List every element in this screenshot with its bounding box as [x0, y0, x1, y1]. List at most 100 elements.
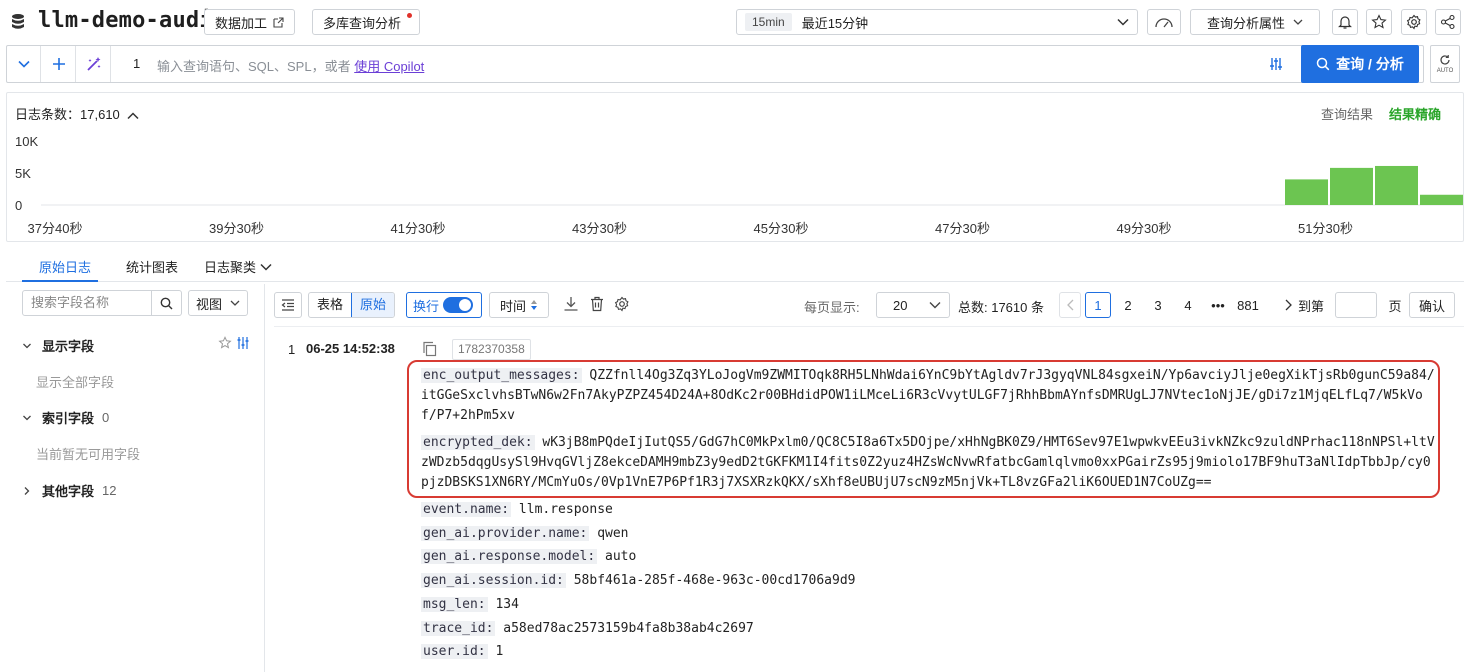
gear-icon[interactable] — [614, 296, 630, 312]
field-actions — [218, 336, 250, 350]
table-view-button[interactable]: 表格 — [309, 293, 351, 317]
log-count[interactable]: 日志条数：17,610 — [15, 104, 139, 123]
field-key[interactable]: gen_ai.session.id: — [421, 573, 566, 588]
tab-stat-charts[interactable]: 统计图表 — [126, 257, 178, 276]
field-value: llm.response — [518, 502, 613, 517]
result-tabs: 原始日志 统计图表 日志聚类 — [6, 248, 1464, 282]
total-count: 总数: 17610 条 — [958, 300, 1044, 315]
histogram-bar[interactable] — [1375, 165, 1418, 205]
alert-button[interactable] — [1332, 9, 1358, 35]
x-tick-label: 47分30秒 — [935, 221, 990, 236]
filter-sliders-icon[interactable] — [1269, 57, 1283, 71]
per-page-label: 每页显示: — [804, 300, 860, 315]
download-icon[interactable] — [563, 296, 579, 312]
field-key[interactable]: gen_ai.response.model: — [421, 549, 598, 564]
top-bar: llm-demo-audit 数据加工 多库查询分析 15min 最近15分钟 … — [0, 0, 1468, 44]
settings-button[interactable] — [1401, 9, 1427, 35]
show-all-fields-link[interactable]: 显示全部字段 — [36, 372, 114, 391]
copy-icon[interactable] — [422, 341, 438, 357]
histogram-bar[interactable] — [1330, 167, 1373, 205]
query-line-number: 1 — [133, 56, 141, 71]
field-msg-len: msg_len: 134 — [421, 595, 1437, 615]
chevron-down-icon — [230, 300, 240, 306]
search-icon — [1316, 57, 1330, 71]
share-icon — [1440, 14, 1455, 30]
wrap-toggle[interactable]: 换行 — [406, 292, 482, 318]
query-submit-button[interactable]: 查询 / 分析 — [1301, 45, 1419, 83]
tab-log-clustering-label: 日志聚类 — [204, 260, 257, 275]
x-tick-label: 43分30秒 — [572, 221, 627, 236]
tab-log-clustering[interactable]: 日志聚类 — [204, 257, 272, 276]
x-tick-label: 45分30秒 — [754, 221, 809, 236]
copilot-magic-button[interactable] — [77, 46, 111, 82]
page-3[interactable]: 3 — [1147, 292, 1169, 318]
view-mode-switch: 表格 原始 — [308, 292, 396, 318]
prev-page-button[interactable] — [1059, 292, 1081, 318]
refresh-icon — [1440, 55, 1450, 65]
query-result-label: 查询结果 — [1320, 107, 1373, 122]
histogram-bar[interactable] — [1420, 194, 1463, 205]
auto-refresh-button[interactable]: AUTO — [1430, 45, 1460, 83]
bell-icon — [1338, 16, 1352, 29]
chevron-right-icon — [1285, 299, 1292, 311]
chevron-down-icon — [1117, 18, 1129, 26]
time-sort-button[interactable]: 时间 — [489, 292, 549, 318]
field-key[interactable]: msg_len: — [421, 597, 488, 612]
query-input[interactable]: 输入查询语句、SQL、SPL，或者 使用 Copilot — [157, 56, 424, 75]
page-2[interactable]: 2 — [1117, 292, 1139, 318]
trash-icon[interactable] — [589, 296, 605, 312]
share-button[interactable] — [1435, 9, 1461, 35]
field-search-button[interactable] — [152, 290, 182, 316]
field-session-id: gen_ai.session.id: 58bf461a-285f-468e-96… — [421, 571, 1437, 591]
query-placeholder: 输入查询语句、SQL、SPL，或者 — [157, 59, 351, 74]
field-key[interactable]: event.name: — [421, 502, 512, 517]
field-key[interactable]: user.id: — [421, 644, 488, 659]
time-chip: 15min — [745, 13, 792, 31]
section-index-fields[interactable]: 索引字段 0 — [22, 408, 109, 427]
refresh-gauge-button[interactable] — [1147, 9, 1181, 35]
per-page-select[interactable]: 20 — [876, 292, 950, 318]
entry-index: 1 — [288, 342, 296, 357]
field-search-input[interactable]: 搜索字段名称 — [22, 290, 152, 316]
wrap-switch[interactable] — [443, 297, 474, 313]
goto-page-input[interactable] — [1335, 292, 1377, 318]
field-key[interactable]: trace_id: — [421, 621, 496, 636]
view-select[interactable]: 视图 — [188, 290, 248, 316]
collapse-toggle[interactable] — [7, 46, 41, 82]
chevron-down-icon — [260, 263, 272, 271]
use-copilot-link[interactable]: 使用 Copilot — [354, 59, 424, 74]
add-query-button[interactable] — [42, 46, 76, 82]
external-link-icon — [273, 16, 284, 28]
data-process-label: 数据加工 — [215, 15, 268, 31]
field-settings-icon[interactable] — [236, 336, 250, 350]
x-tick-label: 49分30秒 — [1117, 221, 1172, 236]
sort-icon — [531, 300, 537, 310]
goto-confirm-button[interactable]: 确认 — [1409, 292, 1455, 318]
time-range-picker[interactable]: 15min 最近15分钟 — [736, 9, 1138, 35]
raw-view-button[interactable]: 原始 — [351, 293, 395, 317]
field-value: 134 — [495, 597, 519, 612]
section-shown-fields[interactable]: 显示字段 — [22, 336, 94, 355]
histogram-bar[interactable] — [1285, 179, 1328, 205]
log-count-label: 日志条数： — [15, 107, 81, 122]
page-1[interactable]: 1 — [1085, 292, 1111, 318]
query-props-button[interactable]: 查询分析属性 — [1190, 9, 1320, 35]
field-key[interactable]: gen_ai.provider.name: — [421, 526, 590, 541]
panel-divider[interactable] — [264, 284, 265, 672]
page-4[interactable]: 4 — [1177, 292, 1199, 318]
star-icon[interactable] — [218, 336, 232, 350]
data-process-button[interactable]: 数据加工 — [204, 9, 296, 35]
goto-label: 到第 — [1298, 298, 1325, 314]
next-page-button[interactable] — [1277, 292, 1299, 318]
log-histogram-chart[interactable]: 10K 5K 0 37分40秒 39分30秒 41分30秒 43分30秒 45分30秒 47分3… — [7, 123, 1463, 241]
y-tick-label: 0 — [15, 198, 22, 213]
log-count-value: 17,610 — [80, 107, 120, 122]
tab-raw-logs[interactable]: 原始日志 — [39, 257, 91, 276]
page-ellipsis[interactable]: ••• — [1207, 292, 1229, 318]
page-last[interactable]: 881 — [1237, 292, 1259, 318]
section-other-fields[interactable]: 其他字段 12 — [22, 481, 116, 500]
multi-query-button[interactable]: 多库查询分析 — [312, 9, 420, 35]
x-tick-label: 37分40秒 — [28, 221, 83, 236]
favorite-button[interactable] — [1366, 9, 1392, 35]
collapse-panel-button[interactable] — [274, 292, 302, 318]
